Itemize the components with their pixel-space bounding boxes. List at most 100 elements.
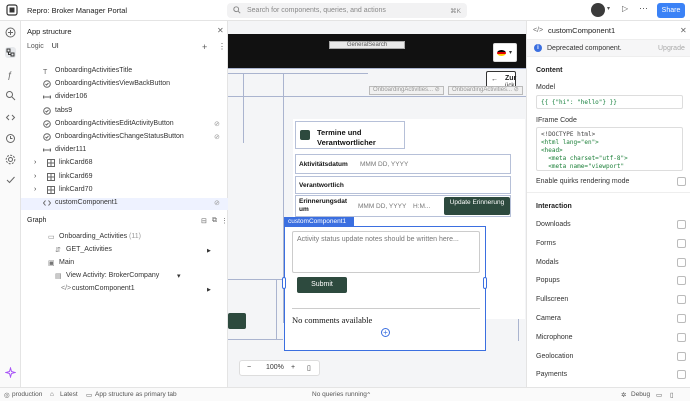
reminder-date-input[interactable]: MMM DD, YYYY	[358, 203, 406, 210]
chevron-up-icon[interactable]: ⌃	[366, 391, 371, 399]
interaction-row[interactable]: Forms	[536, 238, 686, 250]
tree-item[interactable]: OnboardingActivitiesViewBackButton	[21, 79, 228, 91]
tree-item[interactable]: customComponent1 ⊘	[21, 198, 228, 210]
panel-icon[interactable]: ▭	[656, 391, 662, 399]
iframe-code-editor[interactable]: <!DOCTYPE html> <html lang="en"> <head> <m…	[536, 127, 683, 171]
tree-item[interactable]: › linkCard70	[21, 185, 228, 197]
interaction-row[interactable]: Geolocation	[536, 351, 686, 363]
close-icon[interactable]: ✕	[680, 26, 687, 35]
app-title[interactable]: Repro: Broker Manager Portal	[27, 6, 127, 15]
chevron-right-icon[interactable]: ›	[34, 159, 36, 166]
zoom-in-icon[interactable]: +	[291, 364, 295, 371]
responsible-row[interactable]: Verantwortlich	[295, 176, 511, 194]
tree-item[interactable]: tabs9	[21, 106, 228, 118]
graph-item[interactable]: </> customComponent1 ▶	[21, 284, 228, 296]
version-label[interactable]: Latest	[60, 391, 78, 398]
interaction-row[interactable]: Popups	[536, 276, 686, 287]
reminder-time-input[interactable]: H:M...	[413, 203, 430, 210]
submit-button[interactable]: Submit	[297, 277, 347, 293]
device-icon[interactable]: ▯	[307, 364, 311, 372]
zoom-out-icon[interactable]: −	[247, 364, 251, 371]
general-search-tag[interactable]: GeneralSearch	[329, 41, 405, 49]
settings-icon[interactable]	[5, 154, 16, 165]
split-icon[interactable]: ▯	[670, 391, 674, 399]
eye-off-icon[interactable]: ⊘	[214, 120, 220, 128]
tree-item[interactable]: T OnboardingActivitiesTitle	[21, 66, 228, 78]
interaction-row[interactable]: Fullscreen	[536, 295, 686, 306]
interaction-checkbox[interactable]	[677, 257, 686, 267]
plus-circle-icon[interactable]	[5, 27, 16, 38]
avatar[interactable]	[591, 3, 605, 17]
tree-item[interactable]: divider106	[21, 92, 228, 104]
graph-item[interactable]: ▭ Onboarding_Activities (11)	[21, 232, 228, 244]
search-icon[interactable]	[5, 90, 16, 101]
more-icon[interactable]: ⋮	[221, 217, 228, 225]
interaction-checkbox[interactable]	[677, 295, 686, 305]
tree-item[interactable]: › linkCard69	[21, 172, 228, 184]
history-icon[interactable]	[5, 133, 16, 144]
resize-handle[interactable]	[282, 277, 286, 289]
activity-date-input[interactable]: MMM DD, YYYY	[360, 161, 408, 168]
tree-item[interactable]: OnboardingActivitiesChangeStatusButton ⊘	[21, 132, 228, 144]
copy-icon[interactable]: ⧉	[212, 217, 217, 225]
interaction-row[interactable]: Microphone	[536, 332, 686, 344]
chevron-down-icon[interactable]: ▾	[607, 5, 610, 12]
editor-canvas[interactable]: GeneralSearch ▾ ← Zur ück OnboardingActi…	[228, 21, 526, 387]
tree-icon[interactable]	[5, 47, 16, 58]
tab-logic[interactable]: Logic	[27, 43, 44, 50]
update-reminder-button[interactable]: Update Erinnerung	[444, 197, 510, 215]
quirks-mode-checkbox[interactable]	[677, 177, 686, 186]
add-icon[interactable]: +	[202, 42, 207, 52]
graph-item[interactable]: ▣ Main	[21, 258, 228, 270]
activity-date-row[interactable]: Aktivitätsdatum MMM DD, YYYY	[295, 154, 511, 174]
add-component-icon[interactable]: +	[381, 328, 390, 337]
check-icon[interactable]	[5, 174, 16, 185]
language-select[interactable]: ▾	[493, 43, 517, 62]
graph-item[interactable]: ▤ View Activity: BrokerCompany ▾	[21, 271, 228, 283]
graph-item[interactable]: ⇵ GET_Activities ▶	[21, 245, 228, 257]
component-tag[interactable]: OnboardingActivities... ⊘	[369, 86, 444, 95]
component-tag[interactable]: OnboardingActivities... ⊘	[448, 86, 523, 95]
component-name[interactable]: customComponent1	[548, 26, 615, 35]
chevron-down-icon[interactable]: ▾	[177, 272, 181, 280]
partial-button[interactable]	[228, 313, 246, 329]
close-icon[interactable]: ✕	[217, 26, 224, 35]
share-button[interactable]: Share	[657, 3, 685, 18]
search-input[interactable]: Search for components, queries, and acti…	[227, 3, 467, 18]
interaction-row[interactable]: Camera	[536, 314, 686, 325]
interaction-row[interactable]: Payments	[536, 370, 686, 381]
interaction-checkbox[interactable]	[677, 332, 686, 342]
interaction-checkbox[interactable]	[677, 351, 686, 361]
upgrade-button[interactable]: Upgrade	[658, 45, 685, 52]
chevron-right-icon[interactable]: ›	[34, 173, 36, 180]
interaction-checkbox[interactable]	[677, 370, 686, 380]
tab-ui[interactable]: UI	[52, 43, 59, 50]
zoom-level[interactable]: 100%	[266, 364, 284, 371]
function-icon[interactable]: ƒ	[5, 69, 16, 80]
eye-off-icon[interactable]: ⊘	[214, 133, 220, 141]
tree-item[interactable]: divider111	[21, 145, 228, 157]
interaction-row[interactable]: Downloads	[536, 220, 686, 231]
code-icon[interactable]	[5, 112, 16, 123]
eye-off-icon[interactable]: ⊘	[214, 199, 220, 207]
retool-logo-icon[interactable]	[6, 4, 18, 16]
resize-handle[interactable]	[483, 277, 487, 289]
selected-component-tag[interactable]: customComponent1	[284, 217, 354, 226]
primary-tab-label[interactable]: App structure as primary tab	[95, 391, 177, 398]
tree-item[interactable]: › linkCard68	[21, 158, 228, 170]
tree-item[interactable]: OnboardingActivitiesEditActivityButton ⊘	[21, 119, 228, 131]
interaction-row[interactable]: Modals	[536, 257, 686, 269]
environment-label[interactable]: production	[12, 391, 42, 398]
more-icon[interactable]: ⋮	[218, 42, 226, 51]
interaction-checkbox[interactable]	[677, 314, 686, 323]
status-notes-textarea[interactable]: Activity status update notes should be w…	[292, 231, 480, 273]
model-input[interactable]: {{ {"hi": "hello"} }}	[536, 95, 683, 109]
play-icon[interactable]: ▷	[622, 4, 628, 13]
interaction-checkbox[interactable]	[677, 220, 686, 229]
debug-button[interactable]: Debug	[631, 391, 650, 398]
interaction-checkbox[interactable]	[677, 276, 686, 286]
chevron-right-icon[interactable]: ›	[34, 186, 36, 193]
sparkle-icon[interactable]	[5, 367, 16, 378]
more-icon[interactable]: ⋯	[639, 3, 648, 14]
lock-icon[interactable]: ⊟	[201, 217, 207, 225]
